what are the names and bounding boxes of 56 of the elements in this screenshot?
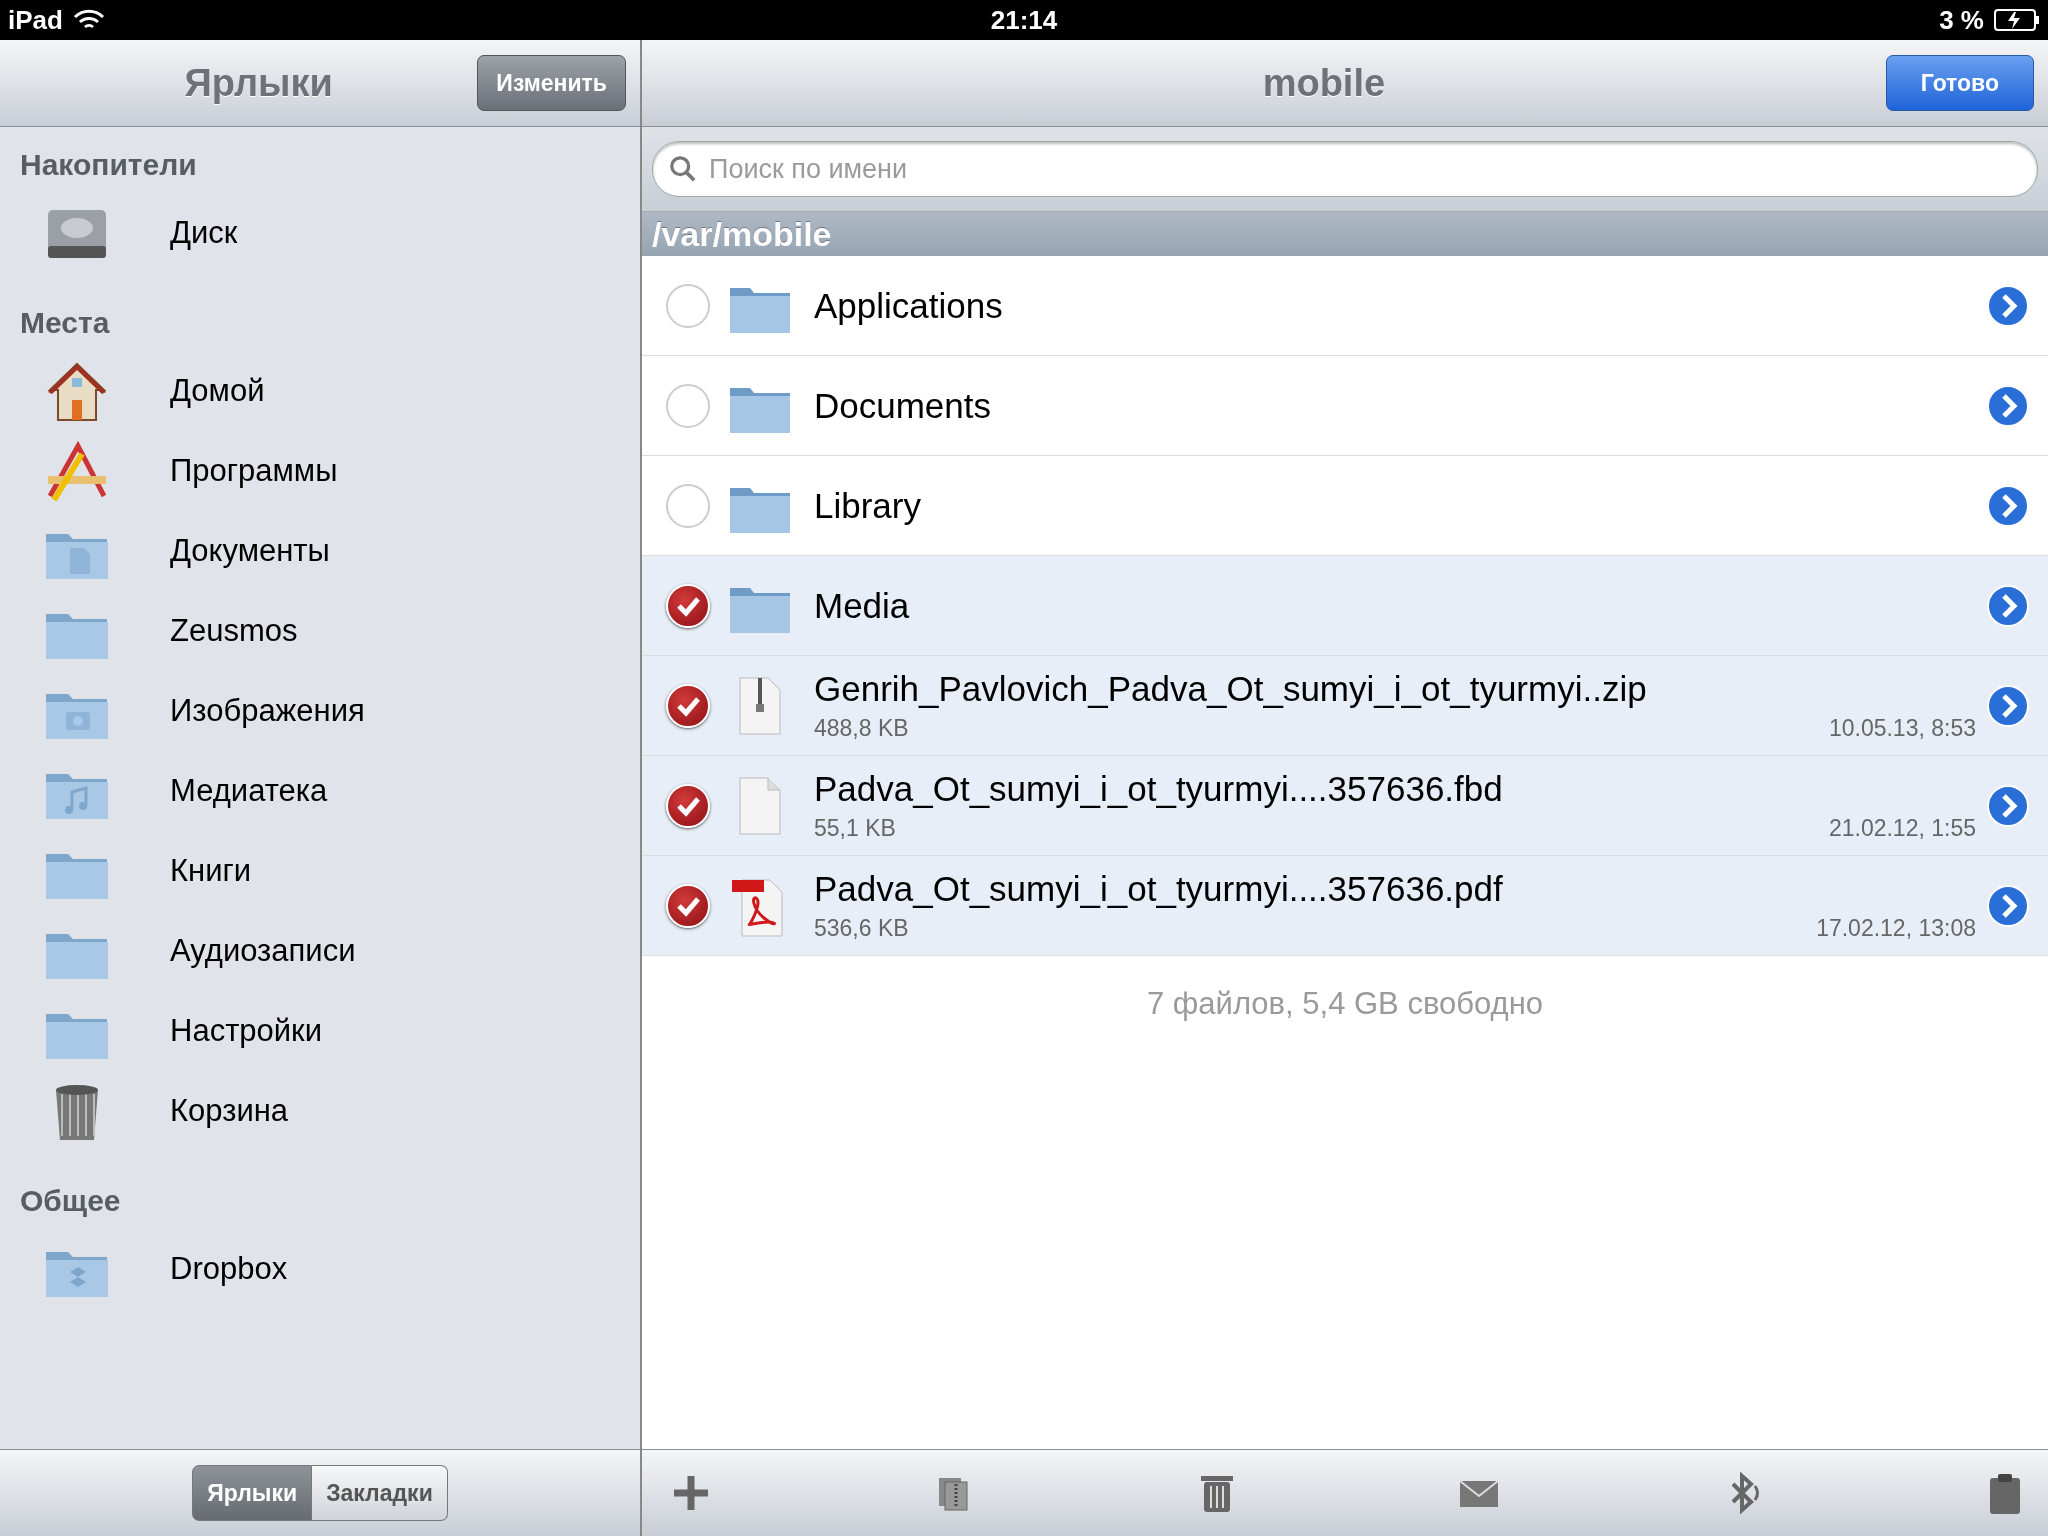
- file-date: 21.02.12, 1:55: [1828, 815, 1976, 842]
- disclosure-icon: [1986, 683, 2030, 728]
- file-name: Genrih_Pavlovich_Padva_Ot_sumyi_i_ot_tyurmyi..zip: [814, 669, 1648, 709]
- file-row[interactable]: Documents: [642, 356, 2048, 456]
- search-input[interactable]: Поиск по имени: [707, 152, 2021, 186]
- search-icon: [669, 155, 697, 183]
- section-header: Общее: [19, 1183, 122, 1219]
- sidebar-item[interactable]: Аудиозаписи: [0, 911, 640, 991]
- sidebar-item[interactable]: Домой: [0, 351, 640, 431]
- file-name: Applications: [814, 285, 1004, 326]
- sidebar-item[interactable]: Изображения: [0, 671, 640, 751]
- sidebar-item[interactable]: Настройки: [0, 991, 640, 1071]
- device-name: iPad: [8, 4, 63, 36]
- selection-checkbox[interactable]: [666, 483, 710, 528]
- battery-percent: 3 %: [1939, 4, 1984, 36]
- file-name: Padva_Ot_sumyi_i_ot_tyurmyi....357636.fbd: [814, 769, 1504, 809]
- file-date: 17.02.12, 13:08: [1816, 915, 1976, 942]
- section-header: Накопители: [19, 147, 198, 183]
- sidebar-item[interactable]: Корзина: [0, 1071, 640, 1151]
- file-row[interactable]: Applications: [642, 256, 2048, 356]
- disclosure-icon: [1986, 583, 2030, 628]
- battery-charging-icon: [1994, 9, 2040, 31]
- sidebar-item[interactable]: Диск: [0, 193, 640, 273]
- edit-button[interactable]: Изменить: [477, 55, 626, 111]
- sidebar-item[interactable]: Dropbox: [0, 1229, 640, 1309]
- sidebar-title: Ярлыки: [183, 61, 334, 105]
- search-field[interactable]: Поиск по имени: [652, 141, 2038, 197]
- file-size: 488,8 KB: [814, 715, 909, 742]
- sidebar-item[interactable]: Zeusmos: [0, 591, 640, 671]
- path-header: /var/mobile: [642, 212, 2048, 256]
- folder-title: mobile: [1261, 61, 1387, 105]
- file-row[interactable]: Media: [642, 556, 2048, 656]
- section-header: Места: [19, 305, 111, 341]
- sidebar-item[interactable]: Программы: [0, 431, 640, 511]
- storage-summary: 7 файлов, 5,4 GB свободно: [1146, 985, 1544, 1022]
- segment-tab[interactable]: Закладки: [312, 1465, 448, 1521]
- file-name: Media: [814, 585, 911, 626]
- segment-tab[interactable]: Ярлыки: [192, 1465, 313, 1521]
- sidebar-item[interactable]: Документы: [0, 511, 640, 591]
- file-name: Documents: [814, 385, 993, 426]
- file-name: Padva_Ot_sumyi_i_ot_tyurmyi....357636.pdf: [814, 869, 1504, 909]
- file-size: 55,1 KB: [814, 815, 896, 842]
- done-button[interactable]: Готово: [1885, 55, 2034, 111]
- disclosure-icon: [1986, 883, 2030, 928]
- sidebar-item[interactable]: Медиатека: [0, 751, 640, 831]
- selection-checkbox[interactable]: [666, 283, 710, 328]
- selection-checkbox[interactable]: [666, 383, 710, 428]
- disclosure-icon: [1986, 783, 2030, 828]
- file-size: 536,6 KB: [814, 915, 909, 942]
- file-row[interactable]: Padva_Ot_sumyi_i_ot_tyurmyi....357636.fbd 55,1 KB 21.02.12, 1:55: [642, 756, 2048, 856]
- sidebar-item[interactable]: Книги: [0, 831, 640, 911]
- clock: 21:14: [990, 4, 1058, 36]
- file-date: 10.05.13, 8:53: [1828, 715, 1976, 742]
- file-name: Library: [814, 485, 922, 526]
- file-row[interactable]: Padva_Ot_sumyi_i_ot_tyurmyi....357636.pdf 536,6 KB 17.02.12, 13:08: [642, 856, 2048, 956]
- file-row[interactable]: Genrih_Pavlovich_Padva_Ot_sumyi_i_ot_tyurmyi..zip 488,8 KB 10.05.13, 8:53: [642, 656, 2048, 756]
